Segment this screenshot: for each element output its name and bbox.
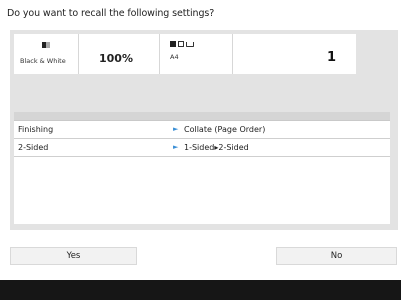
copies-value: 1 bbox=[326, 50, 336, 65]
settings-list: Finishing ► Collate (Page Order) 2-Sided… bbox=[14, 112, 390, 224]
color-mode-label: Black & White bbox=[20, 57, 66, 65]
paper-size-label: A4 bbox=[170, 53, 179, 61]
triangle-right-icon: ► bbox=[173, 143, 179, 151]
paper-cell: A4 bbox=[160, 34, 233, 74]
yes-button[interactable]: Yes bbox=[10, 247, 137, 265]
settings-summary-bar: Black & White 100% A4 1 bbox=[14, 34, 356, 74]
no-button[interactable]: No bbox=[276, 247, 397, 265]
setting-name: Finishing bbox=[18, 125, 54, 134]
list-item: Finishing ► Collate (Page Order) bbox=[14, 121, 390, 139]
setting-name: 2-Sided bbox=[18, 143, 49, 152]
black-white-icon bbox=[42, 42, 50, 48]
setting-value: Collate (Page Order) bbox=[184, 125, 266, 134]
zoom-cell: 100% bbox=[79, 34, 160, 74]
triangle-right-icon: ► bbox=[173, 125, 179, 133]
copies-cell: 1 bbox=[233, 34, 356, 74]
setting-value: 1-Sided▸2-Sided bbox=[184, 143, 249, 152]
paper-select-icon bbox=[170, 41, 194, 47]
bottom-bar bbox=[0, 280, 401, 300]
list-header bbox=[14, 112, 390, 121]
color-mode-cell: Black & White bbox=[14, 34, 79, 74]
list-item: 2-Sided ► 1-Sided▸2-Sided bbox=[14, 139, 390, 157]
dialog-question: Do you want to recall the following sett… bbox=[7, 8, 215, 19]
zoom-value: 100% bbox=[99, 52, 133, 65]
